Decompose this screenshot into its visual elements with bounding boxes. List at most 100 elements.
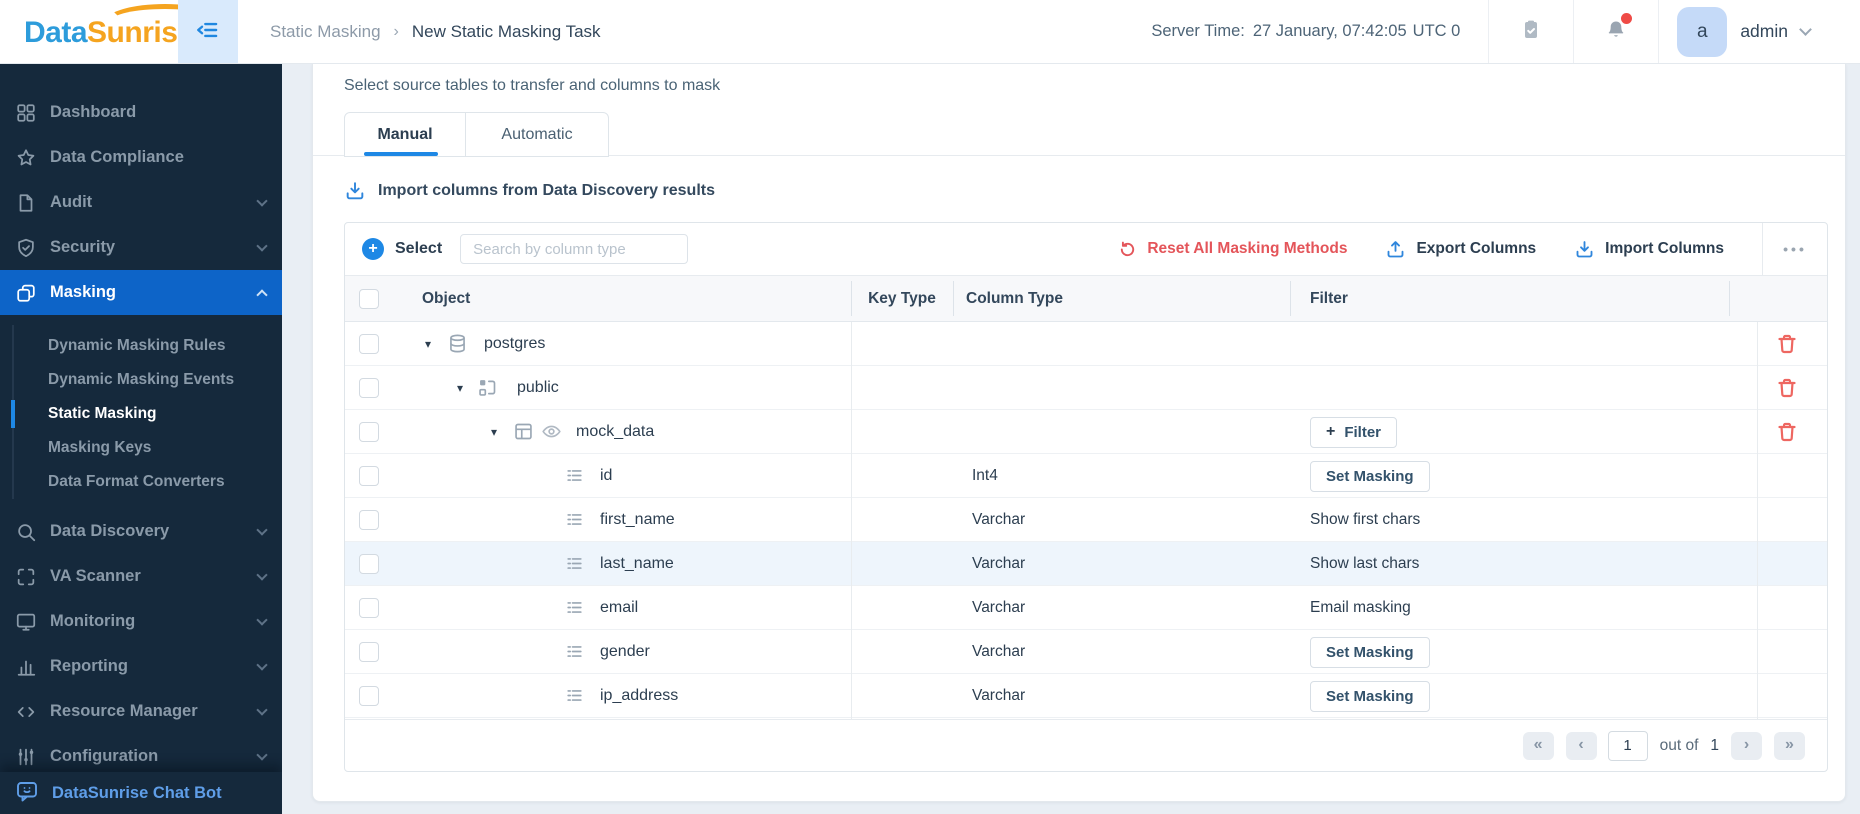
sidebar-item-chat-bot[interactable]: DataSunrise Chat Bot [0,772,282,814]
import-columns-button[interactable]: Import Columns [1574,239,1724,260]
row-checkbox[interactable] [359,378,379,398]
caret-down-icon[interactable]: ▾ [457,366,463,410]
row-checkbox[interactable] [359,466,379,486]
row-checkbox[interactable] [359,686,379,706]
select-button-label: Select [395,240,443,257]
sidebar-item-audit[interactable]: Audit [0,180,282,225]
section-instruction: Select source tables to transfer and col… [344,77,721,94]
page-number-input[interactable] [1607,730,1648,761]
delete-row-button[interactable] [1773,419,1801,447]
sidebar-item-data-discovery[interactable]: Data Discovery [0,509,282,554]
breadcrumb-parent-link[interactable]: Static Masking [270,22,381,42]
import-button-label: Import Columns [1605,240,1724,257]
sidebar-subitem-dynamic-masking-events[interactable]: Dynamic Masking Events [0,363,282,397]
prev-page-button[interactable]: ‹ [1565,731,1597,760]
delete-row-button[interactable] [1773,375,1801,403]
notifications-button[interactable] [1574,0,1658,63]
chat-bot-label: DataSunrise Chat Bot [52,783,222,802]
tasks-button[interactable] [1489,0,1573,63]
next-page-button[interactable]: › [1731,731,1762,760]
sidebar-subitem-static-masking[interactable]: Static Masking [0,397,282,431]
import-from-discovery-link[interactable]: Import columns from Data Discovery resul… [344,180,715,202]
sidebar-item-data-compliance[interactable]: Data Compliance [0,135,282,180]
body-column-divider [851,322,852,719]
masking-method-link[interactable]: Email masking [1310,599,1411,617]
table-row-first-name: first_name Varchar Show first chars [345,498,1827,542]
column-divider [1729,281,1730,316]
object-name: postgres [484,335,546,352]
eye-icon[interactable] [541,421,562,442]
filter-cell: Show first chars [1310,498,1420,542]
filter-cell: Set Masking [1310,630,1430,674]
sidebar-item-monitoring[interactable]: Monitoring [0,599,282,644]
server-time-zone: UTC 0 [1412,22,1461,40]
sidebar-nav: Dashboard Data Compliance Audit Security… [0,64,282,779]
sidebar-item-dashboard[interactable]: Dashboard [0,90,282,135]
mode-tabs: Manual Automatic [344,112,609,157]
masking-method-link[interactable]: Show last chars [1310,555,1419,573]
caret-down-icon[interactable]: ▾ [491,410,497,454]
column-header-filter: Filter [1310,289,1348,307]
filter-button-label: Set Masking [1326,467,1414,485]
set-masking-button[interactable]: Set Masking [1310,460,1430,492]
sliders-icon [15,746,37,768]
sidebar-item-resource-manager[interactable]: Resource Manager [0,689,282,734]
masking-submenu: Dynamic Masking Rules Dynamic Masking Ev… [0,315,282,509]
reset-all-masking-button[interactable]: Reset All Masking Methods [1118,240,1347,259]
sidebar-item-security[interactable]: Security [0,225,282,270]
delete-row-button[interactable] [1773,331,1801,359]
caret-down-icon[interactable]: ▾ [425,322,431,366]
table-row-postgres: ▾ postgres [345,322,1827,366]
more-options-button[interactable]: ••• [1763,223,1827,275]
search-icon [15,521,37,543]
column-type-value: Varchar [972,555,1026,572]
last-page-button[interactable]: » [1774,731,1805,760]
sidebar-item-label: Dashboard [50,103,137,121]
row-checkbox[interactable] [359,642,379,662]
table-row-public: ▾ public [345,366,1827,410]
row-checkbox[interactable] [359,554,379,574]
object-name: ip_address [600,687,679,704]
plus-circle-icon: + [362,238,384,260]
sidebar-item-reporting[interactable]: Reporting [0,644,282,689]
filter-cell: Email masking [1310,586,1411,630]
column-type-value: Int4 [972,467,998,484]
select-button[interactable]: + Select [362,238,442,260]
sidebar-item-va-scanner[interactable]: VA Scanner [0,554,282,599]
sidebar: Dashboard Data Compliance Audit Security… [0,64,282,814]
object-name: id [600,467,613,484]
set-masking-button[interactable]: Set Masking [1310,636,1430,668]
sidebar-subitem-data-format-converters[interactable]: Data Format Converters [0,465,282,499]
export-columns-button[interactable]: Export Columns [1385,239,1536,260]
download-icon [344,180,366,202]
object-name: last_name [600,555,674,572]
set-masking-button[interactable]: Set Masking [1310,680,1430,712]
pagination: « ‹ out of 1 › » [345,719,1827,771]
chevron-up-icon [256,288,268,301]
chevron-down-icon [256,195,268,207]
top-header: DataSunrise Static Masking › New Static … [0,0,1860,64]
user-menu[interactable]: a admin [1659,0,1860,63]
row-checkbox[interactable] [359,334,379,354]
table-row-mock-data: ▾ mock_data + Filter [345,410,1827,454]
row-checkbox[interactable] [359,510,379,530]
tab-manual[interactable]: Manual [345,113,465,156]
tab-automatic[interactable]: Automatic [465,113,608,156]
sidebar-item-label: VA Scanner [50,567,141,585]
add-filter-button[interactable]: + Filter [1310,416,1398,448]
sidebar-subitem-masking-keys[interactable]: Masking Keys [0,431,282,465]
search-input[interactable] [460,234,689,264]
sidebar-collapse-button[interactable] [178,0,238,63]
row-checkbox[interactable] [359,598,379,618]
sidebar-item-masking[interactable]: Masking [0,270,282,315]
masking-method-link[interactable]: Show first chars [1310,511,1420,529]
sidebar-item-label: Data Discovery [50,522,170,540]
column-type-value: Varchar [972,643,1026,660]
row-checkbox[interactable] [359,422,379,442]
subitem-label: Data Format Converters [48,473,225,490]
sidebar-subitem-dynamic-masking-rules[interactable]: Dynamic Masking Rules [0,329,282,363]
first-page-button[interactable]: « [1522,731,1554,760]
chevron-down-icon [256,569,268,581]
select-all-checkbox[interactable] [359,289,379,309]
column-header-key-type: Key Type [868,289,936,307]
